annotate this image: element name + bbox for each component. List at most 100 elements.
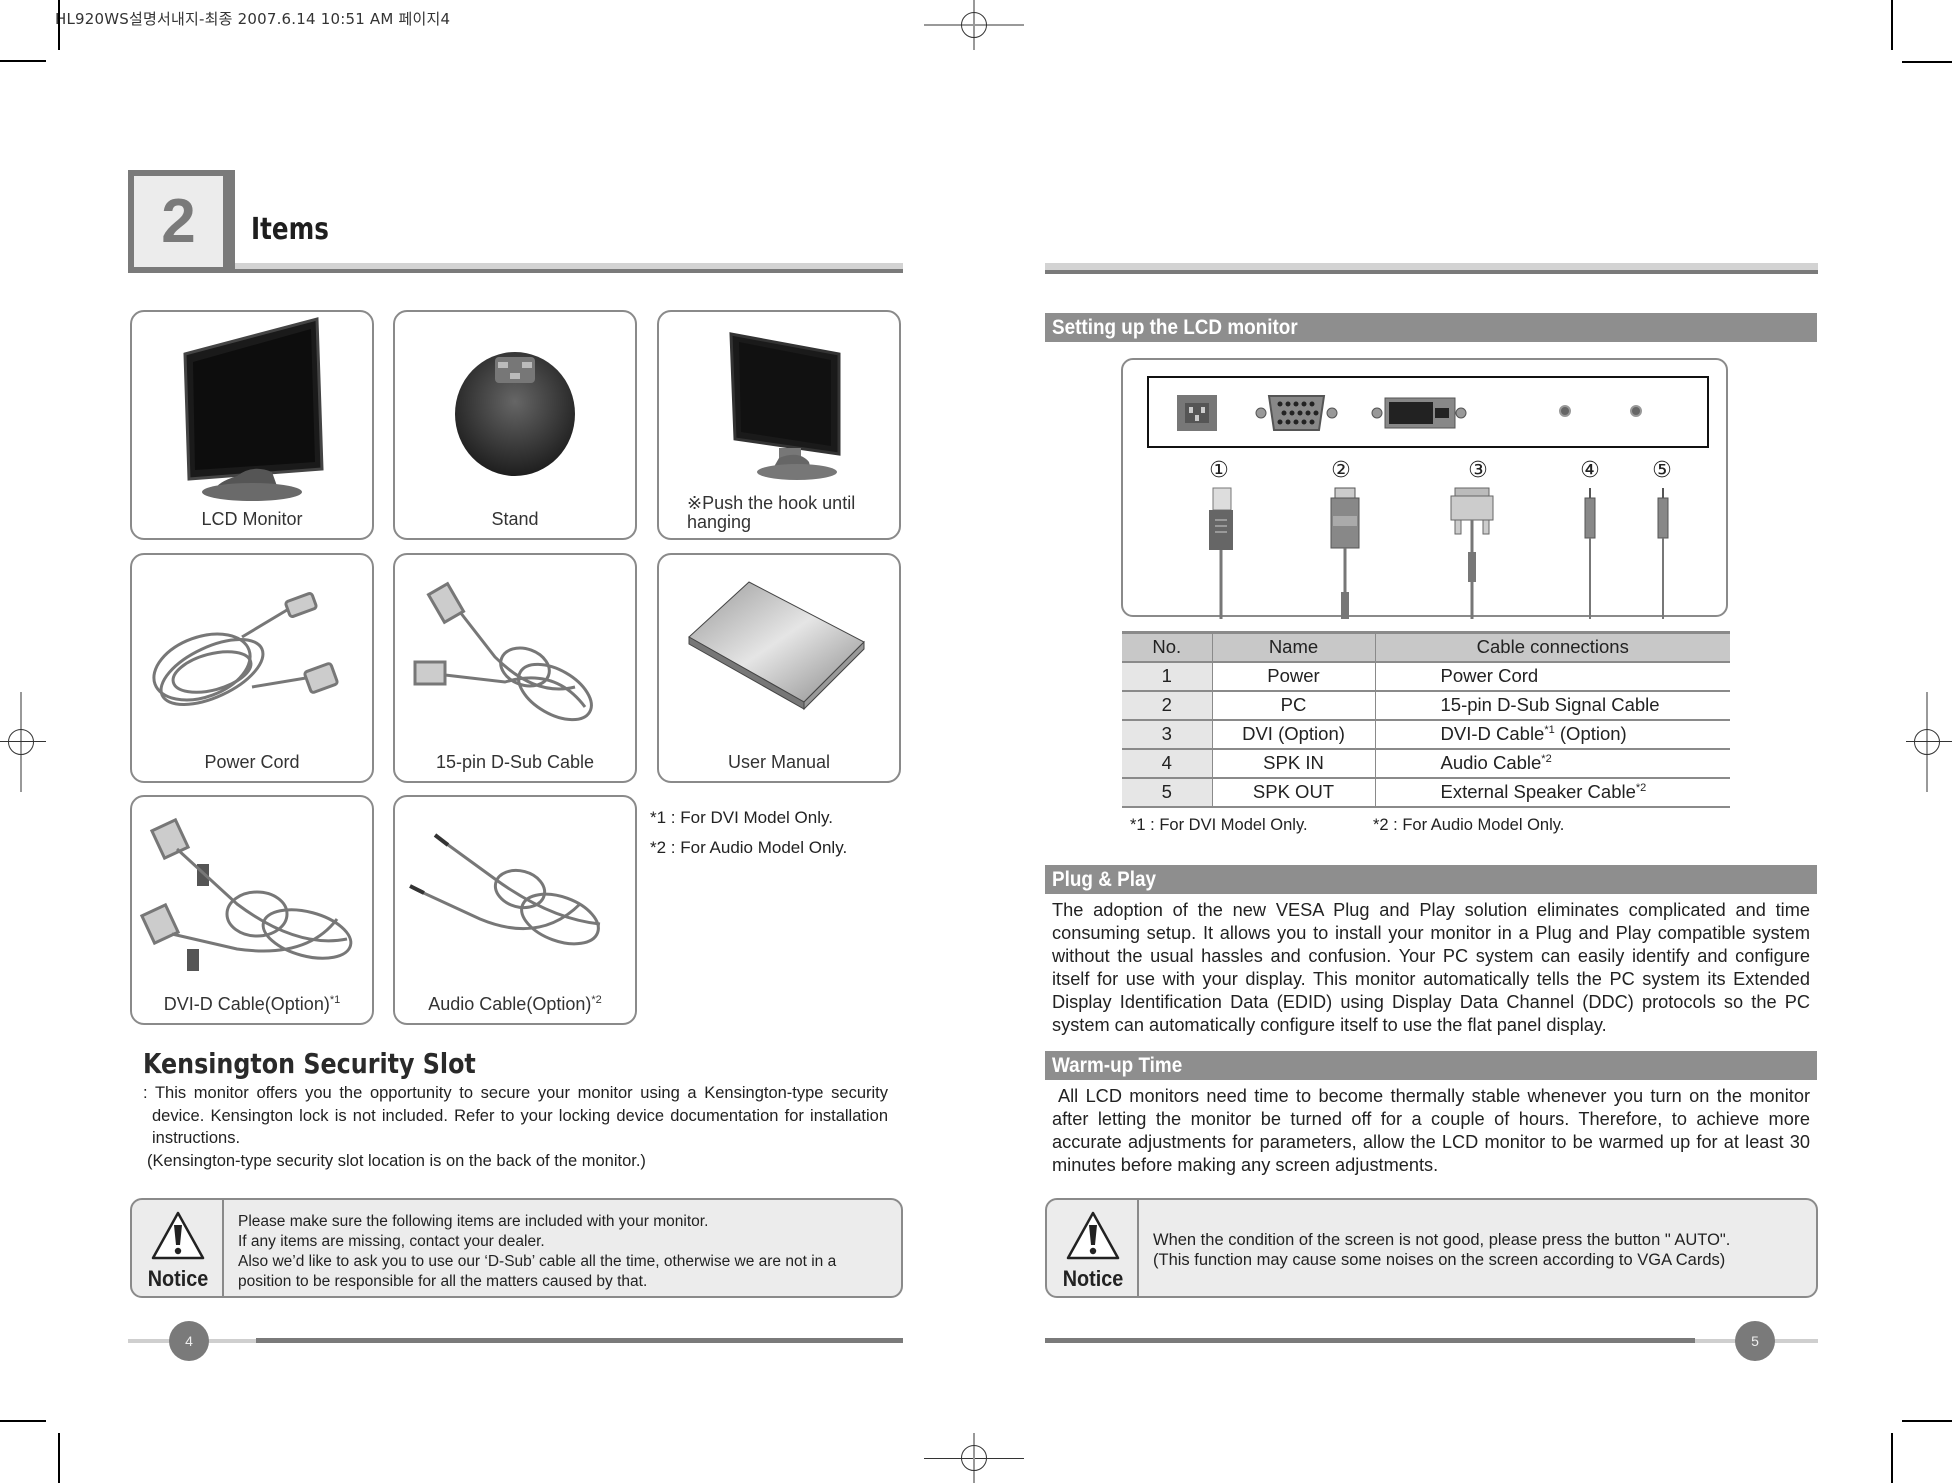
section-number-box: 2 (128, 170, 235, 273)
notice-line: (This function may cause some noises on … (1153, 1251, 1726, 1269)
cell-no: 2 (1122, 690, 1212, 721)
kensington-body: : This monitor offers you the opportunit… (143, 1082, 888, 1172)
cell-no: 5 (1122, 777, 1212, 808)
audio-cable-image (395, 805, 635, 983)
item-label: Power Cord (204, 752, 300, 772)
dvi-port-icon (1371, 397, 1467, 429)
vga-port-icon (1255, 395, 1338, 431)
item-card-dsub-cable: 15-pin D-Sub Cable (393, 553, 637, 783)
dsub-cable-image (395, 563, 635, 741)
cell-name: SPK OUT (1211, 777, 1376, 808)
warning-icon (1066, 1211, 1120, 1260)
audio-plug-out-icon (1657, 488, 1669, 619)
cable-plugs (1209, 487, 1669, 619)
notice-label: Notice (147, 1266, 209, 1291)
column-header: No. (1122, 631, 1213, 663)
port-number: ③ (1468, 458, 1488, 483)
rear-panel (1147, 376, 1709, 448)
item-label: LCD Monitor (201, 509, 303, 529)
port-number: ④ (1580, 458, 1600, 483)
crop-mark (1891, 0, 1893, 50)
table-row: 2 PC 15-pin D-Sub Signal Cable (1122, 690, 1730, 721)
cell-no: 4 (1122, 748, 1212, 779)
section-title: Items (251, 212, 329, 247)
cell-no: 1 (1122, 661, 1212, 692)
kensington-text: : This monitor offers you the opportunit… (143, 1084, 888, 1147)
item-card-dvi-cable: DVI-D Cable(Option)*1 (130, 795, 374, 1025)
notice-line: If any items are missing, contact your d… (238, 1233, 545, 1250)
warmup-header: Warm-up Time (1045, 1051, 1817, 1080)
footnote: *2 : For Audio Model Only. (650, 838, 848, 857)
table-row: 5 SPK OUT External Speaker Cable*2 (1122, 777, 1730, 808)
cell-cable: 15-pin D-Sub Signal Cable (1375, 690, 1730, 721)
stand-image (395, 320, 635, 498)
connector-diagram: ① ② ③ ④ ⑤ (1121, 358, 1728, 619)
dvi-plug-icon (1450, 487, 1494, 619)
table-footnote: *2 : For Audio Model Only. (1373, 816, 1565, 834)
notice-text: Please make sure the following items are… (238, 1212, 891, 1292)
item-card-power-cord: Power Cord (130, 553, 374, 783)
print-slug: HL920WS설명서내지-최종 2007.6.14 10:51 AM 페이지4 (55, 10, 451, 28)
crop-mark (1902, 1420, 1952, 1422)
item-label: Audio Cable(Option)*2 (428, 994, 602, 1014)
item-label: DVI-D Cable(Option)*1 (163, 994, 341, 1014)
kensington-note: (Kensington-type security slot location … (147, 1151, 646, 1170)
cell-cable: Audio Cable*2 (1375, 748, 1730, 779)
item-label: Stand (491, 509, 539, 529)
cell-cable: Power Cord (1375, 661, 1730, 692)
item-card-audio-cable: Audio Cable(Option)*2 (393, 795, 637, 1025)
table-header-row: No. Name Cable connections (1122, 631, 1730, 663)
port-number: ① (1209, 458, 1229, 483)
column-header: Name (1212, 631, 1376, 663)
table-row: 1 Power Power Cord (1122, 661, 1730, 692)
item-label: 15-pin D-Sub Cable (435, 752, 595, 772)
item-card-lcd-monitor: LCD Monitor (130, 310, 374, 540)
audio-plug-in-icon (1584, 488, 1596, 619)
user-manual-image (659, 563, 899, 741)
notice-label: Notice (1062, 1266, 1124, 1291)
item-card-user-manual: User Manual (657, 553, 901, 783)
section-rule-dark (128, 269, 903, 273)
spk-in-jack-icon (1559, 405, 1571, 417)
cell-no: 3 (1122, 719, 1212, 750)
plug-and-play-header: Plug & Play (1045, 865, 1817, 894)
table-row: 3 DVI (Option) DVI-D Cable*1 (Option) (1122, 719, 1730, 750)
kensington-title: Kensington Security Slot (143, 1047, 476, 1080)
crop-mark (0, 1420, 46, 1422)
cell-cable: DVI-D Cable*1 (Option) (1375, 719, 1730, 750)
right-top-rule-dark (1045, 270, 1818, 274)
item-label: User Manual (727, 752, 831, 772)
notice-text: When the condition of the screen is not … (1153, 1230, 1806, 1270)
crop-mark (1902, 61, 1952, 63)
cell-name: PC (1211, 690, 1376, 721)
vga-plug-icon (1330, 487, 1360, 619)
port-number: ⑤ (1652, 458, 1672, 483)
setup-header: Setting up the LCD monitor (1045, 313, 1817, 342)
spk-out-jack-icon (1630, 405, 1642, 417)
table-footnote: *1 : For DVI Model Only. (1130, 816, 1308, 834)
cell-name: Power (1211, 661, 1376, 692)
item-footnotes: *1 : For DVI Model Only. *2 : For Audio … (650, 803, 847, 863)
power-port-icon (1177, 395, 1217, 431)
right-top-rule-light (1045, 263, 1818, 270)
section-number: 2 (134, 176, 223, 267)
crop-mark (58, 1433, 60, 1483)
notice-line: Also we’d like to ask you to use our ‘D-… (238, 1253, 837, 1290)
crop-mark (58, 0, 60, 50)
notice-box-right: Notice When the condition of the screen … (1045, 1198, 1818, 1298)
cell-cable: External Speaker Cable*2 (1375, 777, 1730, 808)
warmup-text: All LCD monitors need time to become the… (1052, 1086, 1810, 1175)
cell-name: DVI (Option) (1211, 719, 1376, 750)
table-row: 4 SPK IN Audio Cable*2 (1122, 748, 1730, 779)
crop-mark (0, 60, 46, 62)
cable-connections-table: No. Name Cable connections 1 Power Power… (1122, 631, 1730, 808)
item-label: ※Push the hook until hanging (687, 493, 856, 532)
power-plug-icon (1209, 487, 1233, 619)
crop-mark (1891, 1433, 1893, 1483)
footnote: *1 : For DVI Model Only. (650, 808, 833, 827)
page-number: 5 (1735, 1321, 1775, 1361)
monitor-hook-image (659, 320, 899, 488)
notice-box-left: Notice Please make sure the following it… (130, 1198, 903, 1298)
notice-line: When the condition of the screen is not … (1153, 1231, 1731, 1249)
dvi-cable-image (132, 805, 372, 983)
